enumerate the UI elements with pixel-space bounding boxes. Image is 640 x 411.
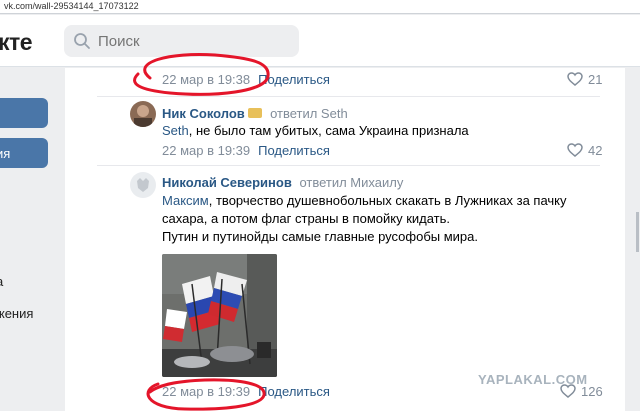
avatar[interactable] bbox=[130, 172, 156, 198]
scrollbar-thumb[interactable] bbox=[636, 212, 639, 252]
vk-logo[interactable]: кте bbox=[0, 29, 33, 56]
like-button[interactable]: 42 bbox=[567, 143, 602, 158]
search-icon bbox=[74, 33, 90, 49]
url-bar[interactable]: vk.com/wall-29534144_17073122 bbox=[0, 0, 640, 14]
reply-to[interactable]: ответил Seth bbox=[270, 106, 348, 121]
comment-author[interactable]: Ник Соколов ответил Seth bbox=[162, 106, 348, 121]
attached-photo[interactable] bbox=[162, 254, 277, 377]
top-header: кте bbox=[0, 15, 640, 67]
heart-icon bbox=[567, 72, 583, 86]
like-button[interactable]: 21 bbox=[567, 72, 602, 87]
sidebar-item-3[interactable]: а bbox=[0, 274, 3, 289]
comment-text-line: , творчество душевнобольных скакать в Лу… bbox=[208, 193, 567, 208]
sidebar-item-label: ия bbox=[0, 146, 11, 161]
comment-date[interactable]: 22 мар в 19:39 bbox=[162, 384, 250, 399]
avatar[interactable] bbox=[130, 101, 156, 127]
heart-icon bbox=[567, 143, 583, 157]
share-button[interactable]: Поделиться bbox=[258, 143, 330, 158]
url-text: vk.com/wall-29534144_17073122 bbox=[4, 1, 139, 11]
sidebar-button-secondary[interactable]: ия bbox=[0, 138, 48, 168]
comment-text: Seth, не было там убитых, сама Украина п… bbox=[162, 122, 469, 140]
mention-link[interactable]: Seth bbox=[162, 123, 189, 138]
comment-meta: 22 мар в 19:39 Поделиться bbox=[162, 384, 330, 399]
mention-link[interactable]: Максим bbox=[162, 193, 209, 208]
comment-text-line: Путин и путинойды самые главные русофобы… bbox=[162, 229, 478, 244]
author-name[interactable]: Ник Соколов bbox=[162, 106, 245, 121]
search-box[interactable] bbox=[64, 25, 299, 57]
comment-text-content: , не было там убитых, сама Украина призн… bbox=[188, 123, 469, 138]
author-name[interactable]: Николай Северинов bbox=[162, 175, 292, 190]
comment-text: Максим, творчество душевнобольных скакат… bbox=[162, 192, 602, 246]
sidebar-button-primary[interactable] bbox=[0, 98, 48, 128]
author-badge-icon bbox=[248, 108, 263, 118]
like-count: 21 bbox=[588, 72, 603, 87]
watermark: YAPLAKAL.COM bbox=[478, 372, 588, 387]
divider bbox=[97, 165, 600, 166]
comment-date[interactable]: 22 мар в 19:39 bbox=[162, 143, 250, 158]
comment-meta: 22 мар в 19:39 Поделиться bbox=[162, 143, 330, 158]
share-button[interactable]: Поделиться bbox=[258, 384, 330, 399]
search-input[interactable] bbox=[98, 31, 288, 51]
left-sidebar: ия а жения bbox=[0, 68, 56, 411]
comment-date[interactable]: 22 мар в 19:38 bbox=[162, 72, 250, 87]
reply-to[interactable]: ответил Михаилу bbox=[299, 175, 403, 190]
comment-text-line: сахара, а потом флаг страны в помойку ки… bbox=[162, 211, 451, 226]
share-button[interactable]: Поделиться bbox=[258, 72, 330, 87]
like-count: 42 bbox=[588, 143, 603, 158]
divider bbox=[97, 96, 600, 97]
comment-author[interactable]: Николай Северинов ответил Михаилу bbox=[162, 175, 403, 190]
sidebar-item-4[interactable]: жения bbox=[0, 306, 33, 321]
comment-meta: 22 мар в 19:38 Поделиться bbox=[162, 72, 330, 87]
